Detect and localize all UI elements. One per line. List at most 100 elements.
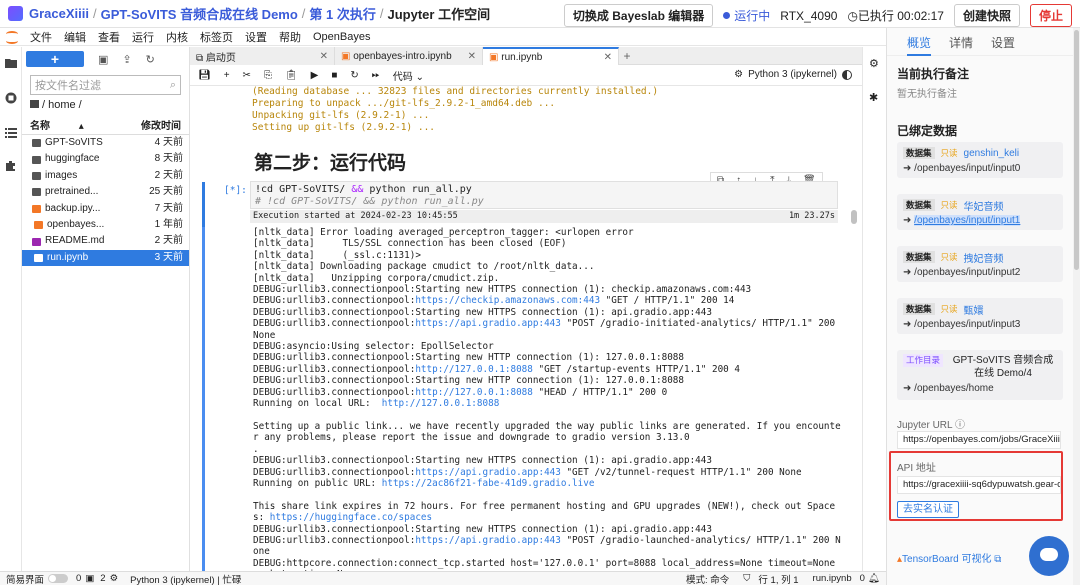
output-link[interactable]: http://127.0.0.1:8088: [415, 387, 533, 398]
file-row-run-ipynb[interactable]: run.ipynb 3 天前: [22, 249, 189, 267]
panel-scroll-thumb[interactable]: [1074, 30, 1079, 270]
output-link[interactable]: https://2ac86f21-fabe-41d9.gradio.live: [382, 478, 595, 489]
dataset-name[interactable]: genshin_keli: [964, 148, 1020, 159]
create-snapshot-button[interactable]: 创建快照: [953, 4, 1020, 27]
save-icon[interactable]: 💾︎: [198, 70, 211, 81]
menu-kernel[interactable]: 内核: [166, 29, 188, 45]
toc-icon[interactable]: [5, 127, 17, 139]
workdir-card[interactable]: 工作目录 GPT-SoVITS 音频合成在线 Demo/4 ➜ /openbaye…: [897, 350, 1063, 400]
run-icon[interactable]: ▶: [311, 70, 319, 81]
output-collapser[interactable]: [202, 227, 205, 571]
tab-openbayes-intro[interactable]: ▣ openbayes-intro.ipynb ✕: [335, 47, 483, 65]
dataset-card[interactable]: 数据集 只读 华妃音频 ➜ /openbayes/input/input1: [897, 194, 1063, 230]
tab-settings[interactable]: 设置: [991, 34, 1015, 56]
new-folder-icon[interactable]: ▣: [98, 53, 108, 66]
top-bar: GraceXiiii / GPT-SoVITS 音频合成在线 Demo / 第 …: [0, 0, 1080, 28]
menu-file[interactable]: 文件: [30, 29, 52, 45]
output-link[interactable]: https://api.gradio.app:443: [415, 535, 561, 546]
copy-icon[interactable]: ⎘: [264, 70, 272, 81]
notebook-scroll-thumb[interactable]: [851, 210, 857, 224]
interrupt-icon[interactable]: ■: [331, 70, 337, 81]
kernel-indicator[interactable]: ⚙ Python 3 (ipykernel): [734, 69, 852, 80]
output-link[interactable]: https://api.gradio.app:443: [415, 467, 561, 478]
chat-support-icon[interactable]: [1029, 536, 1069, 576]
folder-icon[interactable]: [5, 57, 17, 69]
switch-editor-button[interactable]: 切换成 Bayeslab 编辑器: [563, 4, 714, 27]
code-editor[interactable]: !cd GPT-SoVITS/ && python run_all.py # !…: [250, 181, 838, 209]
dataset-name[interactable]: 甄嬛: [964, 302, 984, 317]
menu-run[interactable]: 运行: [132, 29, 154, 45]
file-browser: + ▣ ⇪ ↻ 按文件名过滤 ⌕ / home / 名称 ▴ 修改时间 GPT-…: [22, 47, 190, 571]
menu-settings[interactable]: 设置: [245, 29, 267, 45]
column-name[interactable]: 名称 ▴: [30, 119, 84, 134]
breadcrumb-project[interactable]: GPT-SoVITS 音频合成在线 Demo: [101, 4, 298, 23]
column-modified[interactable]: 修改时间: [141, 119, 181, 134]
cut-icon[interactable]: ✂: [243, 70, 251, 81]
file-row-backup[interactable]: backup.ipy... 7 天前: [22, 201, 189, 217]
paste-icon[interactable]: 📋︎: [285, 70, 298, 81]
folder-icon: [32, 155, 41, 164]
file-row-gpt-sovits[interactable]: GPT-SoVITS 4 天前: [22, 135, 189, 151]
insert-cell-icon[interactable]: +: [224, 70, 230, 81]
close-icon[interactable]: ✕: [604, 52, 612, 63]
verify-identity-button[interactable]: 去实名认证: [897, 501, 959, 518]
file-row-images[interactable]: images 2 天前: [22, 168, 189, 184]
tab-run-ipynb[interactable]: ▣ run.ipynb ✕: [483, 47, 619, 65]
cursor-position[interactable]: 行 1, 列 1: [758, 572, 798, 585]
property-inspector-icon[interactable]: ⚙: [869, 57, 879, 70]
kernel-icon[interactable]: ⚙: [110, 573, 119, 584]
dataset-name[interactable]: 拽妃音频: [964, 250, 1004, 265]
stop-button[interactable]: 停止: [1029, 4, 1072, 27]
breadcrumb-run[interactable]: 第 1 次执行: [309, 4, 375, 23]
dataset-name[interactable]: 华妃音频: [964, 198, 1004, 213]
tensorboard-link[interactable]: ▴TensorBoard 可视化 ⧉: [897, 550, 1001, 565]
menu-openbayes[interactable]: OpenBayes: [313, 31, 370, 43]
extension-puzzle-icon[interactable]: [5, 160, 17, 172]
restart-icon[interactable]: ↻: [350, 70, 358, 81]
sort-up-icon: ▴: [78, 121, 84, 132]
close-icon[interactable]: ✕: [320, 51, 328, 62]
menu-view[interactable]: 查看: [98, 29, 120, 45]
current-path[interactable]: / home /: [30, 99, 181, 115]
menu-tabs[interactable]: 标签页: [200, 29, 233, 45]
output-link[interactable]: https://checkip.amazonaws.com:443: [415, 295, 600, 306]
jupyter-url-field[interactable]: https://openbayes.com/jobs/GraceXiiii: [897, 431, 1061, 449]
dataset-card[interactable]: 数据集 只读 genshin_keli ➜ /openbayes/input/inp…: [897, 142, 1063, 178]
cell-type-select[interactable]: 代码 ⌄: [393, 68, 424, 83]
dataset-card[interactable]: 数据集 只读 拽妃音频 ➜ /openbayes/input/input2: [897, 246, 1063, 282]
output-link[interactable]: http://127.0.0.1:8088: [415, 364, 533, 375]
tab-overview[interactable]: 概览: [907, 34, 932, 56]
menu-help[interactable]: 帮助: [279, 29, 301, 45]
info-icon[interactable]: ⓘ: [955, 420, 965, 431]
kernel-status[interactable]: Python 3 (ipykernel) | 忙碌: [130, 572, 241, 585]
file-row-readme[interactable]: README.md 2 天前: [22, 233, 189, 249]
refresh-icon[interactable]: ↻: [146, 53, 155, 66]
terminal-icon[interactable]: ▣: [85, 573, 94, 584]
breadcrumb-user[interactable]: GraceXiiii: [29, 6, 89, 21]
upload-icon[interactable]: ⇪: [122, 53, 131, 66]
new-launcher-button[interactable]: +: [26, 51, 84, 67]
api-url-field[interactable]: https://gracexiiii-sq6dypuwatsh.gear-c1.…: [897, 476, 1061, 494]
gear-icon[interactable]: ⚙: [734, 69, 743, 80]
file-filter-input[interactable]: 按文件名过滤 ⌕: [30, 75, 181, 95]
tab-launcher[interactable]: ⧉ 启动页 ✕: [190, 47, 335, 65]
output-line: .: [253, 443, 259, 455]
tab-details[interactable]: 详情: [949, 34, 973, 56]
openbayes-logo[interactable]: [8, 6, 23, 21]
menu-edit[interactable]: 编辑: [64, 29, 86, 45]
close-icon[interactable]: ✕: [468, 51, 476, 62]
bell-icon[interactable]: 🔔︎: [868, 573, 880, 584]
running-icon[interactable]: [5, 92, 17, 104]
file-row-openbayes[interactable]: openbayes... 1 年前: [22, 217, 189, 233]
output-link[interactable]: http://127.0.0.1:8088: [382, 398, 500, 409]
debugger-icon[interactable]: ✱: [869, 91, 878, 104]
output-link[interactable]: https://api.gradio.app:443: [415, 318, 561, 329]
output-link[interactable]: https://huggingface.co/spaces: [270, 512, 432, 523]
simple-mode-toggle[interactable]: [48, 574, 69, 583]
file-row-pretrained[interactable]: pretrained... 25 天前: [22, 184, 189, 200]
add-tab-icon[interactable]: +: [619, 47, 635, 64]
dataset-card[interactable]: 数据集 只读 甄嬛 ➜ /openbayes/input/input3: [897, 298, 1063, 334]
file-row-huggingface[interactable]: huggingface 8 天前: [22, 151, 189, 167]
restart-run-all-icon[interactable]: ⏩︎: [372, 70, 380, 81]
notebook-scrollbar[interactable]: [851, 86, 861, 571]
